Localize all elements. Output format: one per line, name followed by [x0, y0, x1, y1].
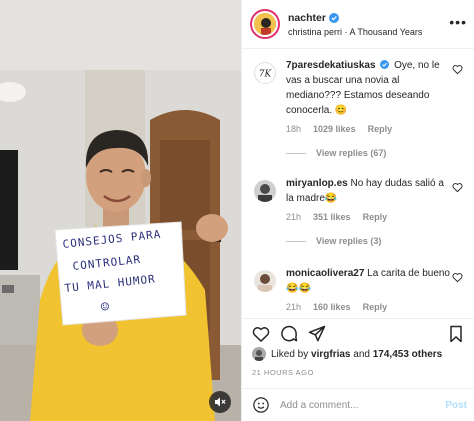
reply-button[interactable]: Reply — [363, 212, 388, 222]
comment-time: 21h — [286, 302, 302, 312]
commenter-username[interactable]: 7paresdekatiuskas — [286, 60, 376, 71]
reply-button[interactable]: Reply — [363, 302, 388, 312]
post-time-ago: 21 HOURS AGO — [252, 368, 314, 377]
commenter-avatar-image — [254, 180, 276, 202]
commenter-username[interactable]: miryanlop.es — [286, 178, 348, 189]
liker-username[interactable]: virgfrias — [311, 349, 350, 360]
emoji-smile-icon[interactable] — [252, 396, 270, 414]
comment-item: miryanlop.es No hay dudas salió a la mad… — [242, 176, 474, 260]
share-send-icon[interactable] — [307, 324, 327, 344]
replies-line — [286, 152, 306, 154]
commenter-avatar[interactable] — [254, 270, 276, 292]
liker-avatar[interactable] — [252, 347, 266, 361]
author-avatar-image — [254, 13, 276, 35]
save-bookmark-icon[interactable] — [446, 324, 466, 344]
action-bar — [242, 320, 474, 350]
comment-item: monicaolivera27 La carita de bueno😂😂 21h… — [242, 266, 474, 326]
author-avatar[interactable] — [250, 9, 280, 39]
comment-bubble-icon[interactable] — [279, 324, 299, 344]
header-divider — [242, 48, 474, 49]
view-replies-button[interactable]: View replies (67) — [286, 148, 453, 158]
add-comment-bar: Post — [242, 388, 474, 421]
author-username[interactable]: nachter — [288, 12, 326, 24]
speaker-muted-icon — [215, 397, 226, 407]
commenter-avatar[interactable] — [254, 180, 276, 202]
comment-likes[interactable]: 160 likes — [313, 302, 351, 312]
comment-like-heart-icon[interactable] — [452, 272, 463, 283]
more-options-icon[interactable]: ••• — [449, 14, 467, 30]
comments-list: 7K 7paresdekatiuskas Oye, no le vas a bu… — [242, 58, 474, 326]
video-frame — [0, 0, 241, 421]
comment-item: 7K 7paresdekatiuskas Oye, no le vas a bu… — [242, 58, 474, 166]
post-media[interactable]: CONSEJOS PARA CONTROLAR TU MAL HUMOR ☺ — [0, 0, 241, 421]
comment-likes[interactable]: 351 likes — [313, 212, 351, 222]
verified-badge-icon — [328, 12, 339, 23]
liker-avatar-image — [252, 347, 266, 361]
actions-divider — [242, 318, 474, 319]
liked-by-prefix: Liked by — [271, 348, 309, 360]
likes-count[interactable]: 174,453 others — [373, 349, 443, 360]
view-replies-label: View replies (3) — [316, 236, 382, 246]
comment-time: 18h — [286, 124, 302, 134]
reply-button[interactable]: Reply — [368, 124, 393, 134]
liked-by-conj: and — [353, 348, 370, 360]
mute-button[interactable] — [209, 391, 231, 413]
view-replies-button[interactable]: View replies (3) — [286, 236, 453, 246]
post-side-panel: nachter christina perri · A Thousand Yea… — [241, 0, 474, 421]
add-comment-input[interactable] — [280, 399, 430, 411]
like-heart-icon[interactable] — [251, 324, 271, 344]
post-header: nachter christina perri · A Thousand Yea… — [242, 0, 474, 48]
commenter-username[interactable]: monicaolivera27 — [286, 268, 364, 279]
audio-track-link[interactable]: christina perri · A Thousand Years — [288, 27, 422, 37]
liked-by-line: Liked by virgfrias and 174,453 others — [252, 347, 442, 361]
comment-like-heart-icon[interactable] — [452, 64, 463, 75]
post-comment-button[interactable]: Post — [445, 400, 467, 411]
svg-text:7K: 7K — [259, 70, 273, 80]
replies-line — [286, 240, 306, 242]
comment-like-heart-icon[interactable] — [452, 182, 463, 193]
comment-time: 21h — [286, 212, 302, 222]
commenter-avatar[interactable]: 7K — [254, 62, 276, 84]
commenter-avatar-image: 7K — [254, 62, 276, 84]
commenter-avatar-image — [254, 270, 276, 292]
sign-smiley: ☺ — [100, 299, 112, 316]
comment-likes[interactable]: 1029 likes — [313, 124, 356, 134]
view-replies-label: View replies (67) — [316, 148, 387, 158]
verified-badge-icon — [380, 60, 390, 69]
